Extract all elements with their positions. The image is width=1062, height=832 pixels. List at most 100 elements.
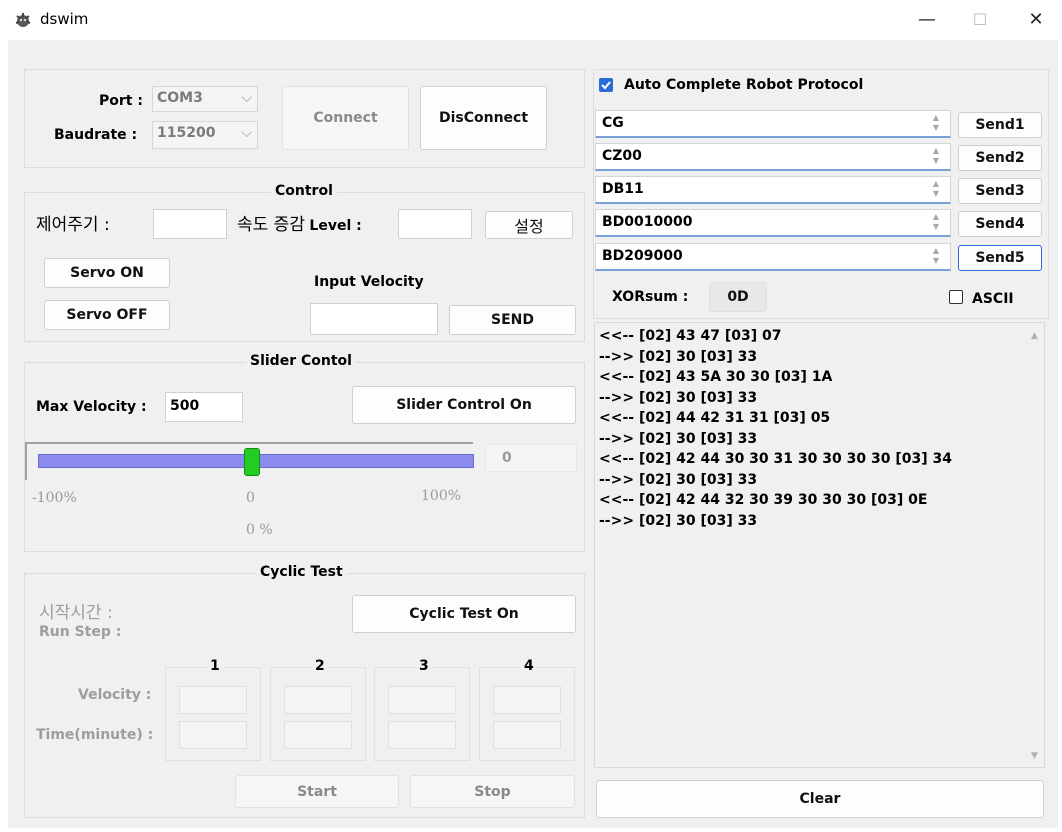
log-line: <<-- [02] 43 47 [03] 07 [599,328,782,344]
input-velocity-label: Input Velocity [314,274,424,290]
auto-complete-checkbox[interactable] [599,78,613,92]
port-value: COM3 [157,90,203,106]
start-time-label: 시작시간 : [39,603,113,623]
spinner-icon: ▲ ▼ [932,246,940,265]
ascii-checkbox[interactable] [949,290,963,304]
baudrate-select[interactable]: 115200 ⌵ [152,121,258,149]
max-velocity-input[interactable]: 500 [165,392,243,422]
slider-min-label: -100% [32,490,77,506]
cyclic-test-button[interactable]: Cyclic Test On [352,595,576,633]
log-line: <<-- [02] 44 42 31 31 [03] 05 [599,410,831,426]
run-step-label: Run Step : [39,624,122,640]
protocol-value-2: CZ00 [602,148,642,164]
speed-label-eng: Level : [309,218,362,234]
checkmark-icon [601,81,611,90]
send1-button[interactable]: Send1 [958,112,1042,138]
slider-percent-label: 0 % [246,522,273,538]
slider-thumb[interactable] [243,448,260,476]
step4-velocity-input[interactable] [493,686,561,714]
log-line: -->> [02] 30 [03] 33 [599,512,758,529]
close-button[interactable]: ✕ [1014,6,1058,34]
send-velocity-button[interactable]: SEND [449,305,576,335]
start-button[interactable]: Start [235,775,399,808]
spinner-icon: ▲ ▼ [932,113,940,132]
speed-level-input[interactable] [398,209,472,239]
log-scrollbar[interactable]: ▲ ▼ [1026,323,1044,767]
clear-button[interactable]: Clear [596,780,1044,818]
chevron-down-icon: ⌵ [241,125,252,141]
step1-velocity-input[interactable] [179,686,247,714]
input-velocity-field[interactable] [310,303,438,335]
step3-velocity-input[interactable] [388,686,456,714]
time-minute-label: Time(minute) : [36,727,154,743]
connect-button[interactable]: Connect [282,86,409,150]
protocol-row-2[interactable]: CZ00 ▲ ▼ [595,143,951,171]
step-number-4: 4 [520,658,538,674]
control-period-input[interactable] [153,209,227,239]
slider-mid-label: 0 [246,490,255,506]
speed-label-kor: 속도 증감 [237,215,305,235]
window-title: dswim [40,10,89,28]
minimize-button[interactable]: — [905,6,949,34]
send5-button[interactable]: Send5 [958,245,1042,271]
xorsum-label: XORsum : [612,289,689,305]
slider-readout: 0 [485,444,577,472]
control-period-label: 제어주기 : [36,215,110,235]
step-number-2: 2 [311,658,329,674]
baudrate-label: Baudrate : [54,127,138,143]
scroll-down-icon[interactable]: ▼ [1031,751,1038,761]
step4-time-input[interactable] [493,721,561,749]
log-line: -->> [02] 30 [03] 33 [599,389,758,406]
step2-time-input[interactable] [284,721,352,749]
send2-button[interactable]: Send2 [958,145,1042,171]
title-bar: dswim — ☐ ✕ [0,0,1062,40]
speed-level-label: 속도 증감 Level : [237,210,362,235]
send3-button[interactable]: Send3 [958,178,1042,204]
disconnect-button[interactable]: DisConnect [420,86,547,150]
step3-time-input[interactable] [388,721,456,749]
log-textbox[interactable]: <<-- [02] 43 47 [03] 07 -->> [02] 30 [03… [594,322,1045,768]
log-line: -->> [02] 30 [03] 33 [599,430,758,447]
max-velocity-label: Max Velocity : [36,399,147,415]
protocol-value-1: CG [602,115,624,131]
ascii-label: ASCII [972,291,1014,307]
app-icon [15,13,31,27]
port-label: Port : [99,93,143,109]
xorsum-value: 0D [709,282,767,312]
scroll-up-icon[interactable]: ▲ [1031,331,1038,341]
protocol-row-5[interactable]: BD209000 ▲ ▼ [595,243,951,271]
control-legend: Control [271,183,337,199]
spinner-icon: ▲ ▼ [932,146,940,165]
protocol-row-3[interactable]: DB11 ▲ ▼ [595,176,951,204]
step-number-1: 1 [206,658,224,674]
chevron-down-icon: ⌵ [241,90,252,106]
servo-off-button[interactable]: Servo OFF [44,300,170,330]
velocity-slider[interactable] [25,442,474,480]
set-button[interactable]: 설정 [485,211,573,239]
maximize-button[interactable]: ☐ [958,6,1002,34]
send4-button[interactable]: Send4 [958,211,1042,237]
servo-on-button[interactable]: Servo ON [44,258,170,288]
protocol-value-3: DB11 [602,181,644,197]
log-lines: <<-- [02] 43 47 [03] 07 -->> [02] 30 [03… [599,326,952,531]
protocol-row-1[interactable]: CG ▲ ▼ [595,110,951,138]
log-line: <<-- [02] 42 44 30 30 31 30 30 30 30 [03… [599,451,952,467]
slider-control-button[interactable]: Slider Control On [352,386,576,424]
log-line: <<-- [02] 42 44 32 30 39 30 30 30 [03] 0… [599,492,928,508]
auto-complete-label: Auto Complete Robot Protocol [624,77,864,93]
baudrate-value: 115200 [157,125,216,141]
step2-velocity-input[interactable] [284,686,352,714]
log-line: -->> [02] 30 [03] 33 [599,348,758,365]
slider-max-label: 100% [421,488,462,504]
spinner-icon: ▲ ▼ [932,212,940,231]
step-number-3: 3 [415,658,433,674]
stop-button[interactable]: Stop [410,775,575,808]
protocol-row-4[interactable]: BD0010000 ▲ ▼ [595,209,951,237]
port-select[interactable]: COM3 ⌵ [152,86,258,112]
cyclic-legend: Cyclic Test [256,564,347,580]
slider-legend: Slider Contol [246,353,356,369]
protocol-value-4: BD0010000 [602,214,693,230]
log-line: -->> [02] 30 [03] 33 [599,471,758,488]
log-line: <<-- [02] 43 5A 30 30 [03] 1A [599,369,833,385]
step1-time-input[interactable] [179,721,247,749]
